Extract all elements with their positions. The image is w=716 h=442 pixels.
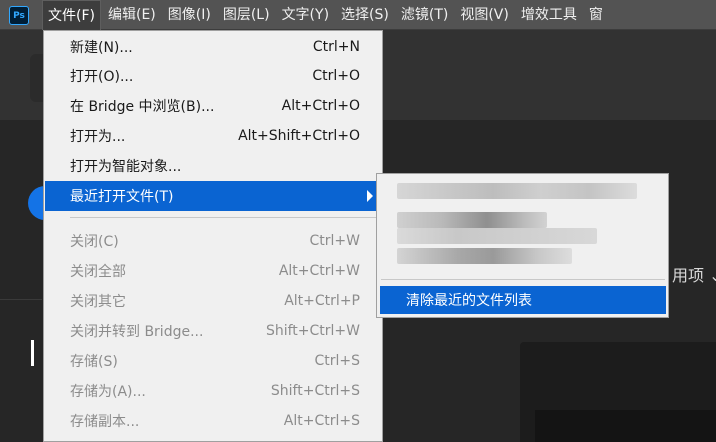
menu-window[interactable]: 窗 (584, 0, 608, 30)
menu-item-label: 打开为... (70, 129, 126, 145)
menu-item-label: 存储副本... (70, 414, 140, 430)
menu-item-shortcut: Alt+Ctrl+O (281, 98, 360, 114)
menu-item-label: 关闭其它 (70, 294, 126, 310)
clear-recent-files-item[interactable]: 清除最近的文件列表 (380, 286, 666, 314)
menu-item-shortcut: Alt+Ctrl+P (284, 293, 360, 309)
menu-select[interactable]: 选择(S) (336, 0, 394, 30)
menu-item-label: 存储(S) (70, 354, 118, 370)
submenu-arrow-icon (367, 190, 373, 202)
menu-item-open[interactable]: 打开(O)... Ctrl+O (45, 61, 382, 91)
recent-panel-inner (535, 410, 716, 442)
menu-item-save-copy[interactable]: 存储副本... Alt+Ctrl+S (45, 406, 382, 436)
menu-item-close-others[interactable]: 关闭其它 Alt+Ctrl+P (45, 286, 382, 316)
menu-item-label: 打开(O)... (70, 69, 134, 85)
menu-item-label: 关闭并转到 Bridge... (70, 324, 204, 340)
menu-image[interactable]: 图像(I) (163, 0, 216, 30)
menu-item-close-and-go-to-bridge[interactable]: 关闭并转到 Bridge... Shift+Ctrl+W (45, 316, 382, 346)
photoshop-logo-icon: Ps (9, 6, 29, 25)
recent-file-item-blurred[interactable] (397, 212, 547, 228)
menu-item-close[interactable]: 关闭(C) Ctrl+W (45, 226, 382, 256)
menu-item-label: 在 Bridge 中浏览(B)... (70, 99, 215, 115)
menu-view[interactable]: 视图(V) (455, 0, 514, 30)
menu-item-label: 最近打开文件(T) (70, 189, 174, 205)
menu-item-shortcut: Alt+Ctrl+S (283, 413, 360, 429)
file-menu-dropdown: 新建(N)... Ctrl+N 打开(O)... Ctrl+O 在 Bridge… (43, 30, 383, 442)
menu-item-open-as-smart-object[interactable]: 打开为智能对象... (45, 151, 382, 181)
menu-item-shortcut: Alt+Shift+Ctrl+O (238, 128, 360, 144)
menu-items: 文件(F) 编辑(E) 图像(I) 图层(L) 文字(Y) 选择(S) 滤镜(T… (42, 0, 610, 30)
menu-item-shortcut: Ctrl+N (312, 39, 360, 55)
menu-item-shortcut: Shift+Ctrl+W (265, 323, 360, 339)
menu-item-shortcut: Ctrl+S (314, 353, 360, 369)
menu-item-label: 打开为智能对象... (70, 159, 182, 175)
menu-item-shortcut: Shift+Ctrl+S (270, 383, 360, 399)
menu-layer[interactable]: 图层(L) (218, 0, 275, 30)
menu-item-shortcut: Ctrl+O (312, 68, 360, 84)
recent-file-item-blurred[interactable] (397, 248, 572, 264)
left-divider (0, 299, 42, 300)
menu-item-open-recent[interactable]: 最近打开文件(T) (45, 181, 382, 211)
menu-filter[interactable]: 滤镜(T) (396, 0, 453, 30)
menu-item-open-as[interactable]: 打开为... Alt+Shift+Ctrl+O (45, 121, 382, 151)
menu-file[interactable]: 文件(F) (42, 0, 101, 30)
menu-item-new[interactable]: 新建(N)... Ctrl+N (45, 32, 382, 62)
menu-separator (70, 217, 380, 218)
menu-plugins[interactable]: 增效工具 (516, 0, 582, 30)
menu-item-close-all[interactable]: 关闭全部 Alt+Ctrl+W (45, 256, 382, 286)
menu-item-label: 关闭(C) (70, 234, 119, 250)
submenu-separator (381, 279, 665, 280)
menu-item-shortcut: Alt+Ctrl+W (278, 263, 360, 279)
menu-item-label: 关闭全部 (70, 264, 126, 280)
menubar: Ps 文件(F) 编辑(E) 图像(I) 图层(L) 文字(Y) 选择(S) 滤… (0, 0, 716, 30)
text-caret (31, 340, 34, 366)
recent-files-submenu: 清除最近的文件列表 (376, 173, 669, 318)
recent-file-item-blurred[interactable] (397, 228, 597, 244)
menu-item-save-as[interactable]: 存储为(A)... Shift+Ctrl+S (45, 376, 382, 406)
menu-edit[interactable]: 编辑(E) (103, 0, 161, 30)
menu-item-label: 存储为(A)... (70, 384, 146, 400)
menu-item-shortcut: Ctrl+W (309, 233, 360, 249)
menu-type[interactable]: 文字(Y) (277, 0, 334, 30)
menu-item-label: 新建(N)... (70, 40, 133, 56)
menu-item-save[interactable]: 存储(S) Ctrl+S (45, 346, 382, 376)
sort-dropdown-label[interactable]: 用项 ⌄ (672, 262, 716, 286)
menu-item-browse-in-bridge[interactable]: 在 Bridge 中浏览(B)... Alt+Ctrl+O (45, 91, 382, 121)
recent-file-item-blurred[interactable] (397, 183, 637, 199)
